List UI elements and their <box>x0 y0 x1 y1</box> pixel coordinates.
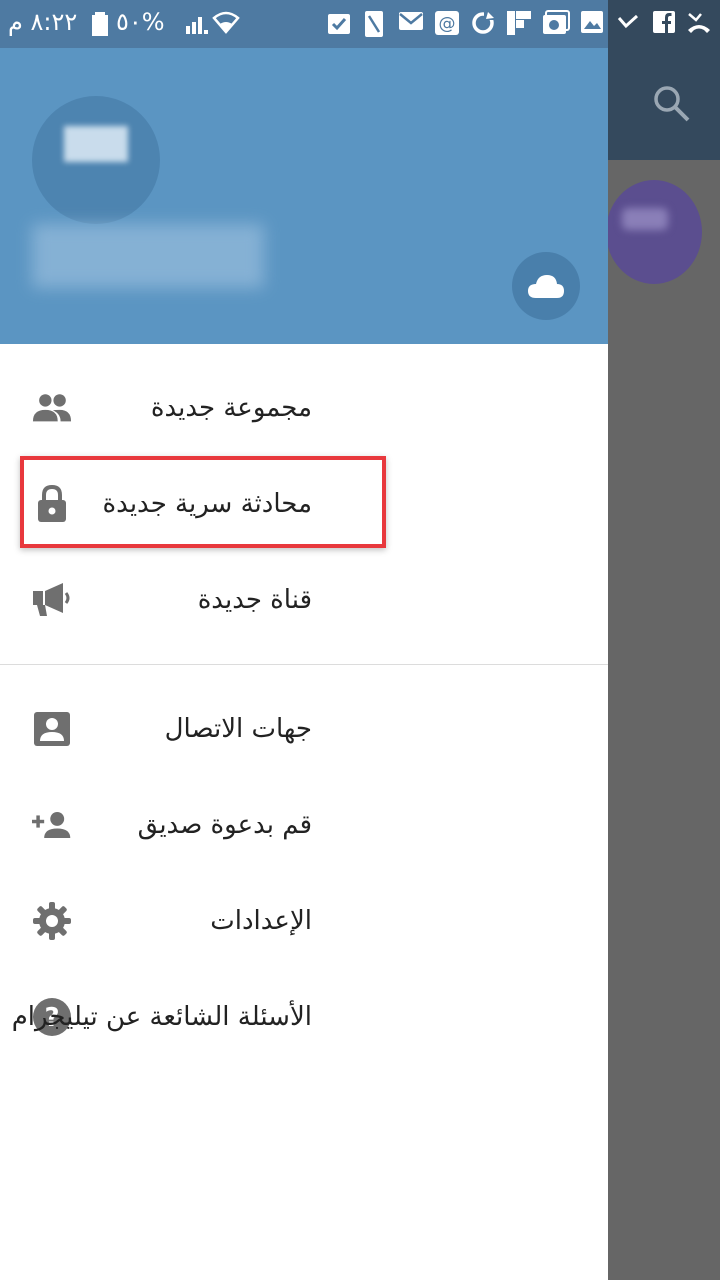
menu-item-settings[interactable]: الإعدادات <box>0 873 608 969</box>
at-sign-icon: @ <box>435 11 459 35</box>
signal-icon <box>186 17 208 34</box>
mail-icon <box>399 12 423 30</box>
saved-messages-button[interactable] <box>512 252 580 320</box>
menu-item-label: قم بدعوة صديق <box>137 810 312 840</box>
cloud-icon <box>528 275 564 298</box>
menu-item-label: جهات الاتصال <box>164 714 312 744</box>
group-icon <box>32 388 72 428</box>
drawer-menu: مجموعة جديدة محادثة سرية جديدة قناة جديد… <box>0 360 608 1065</box>
chat-avatar-content <box>622 208 668 230</box>
refresh-icon <box>472 12 494 34</box>
battery-icon <box>92 12 108 36</box>
clipboard-check-icon <box>328 14 350 34</box>
menu-item-new-channel[interactable]: قناة جديدة <box>0 552 608 648</box>
status-bar: ٨:٢٢ م %٥٠ @ <box>0 0 720 48</box>
search-icon[interactable] <box>652 84 692 124</box>
missed-call-icon <box>688 13 710 33</box>
menu-item-label: الإعدادات <box>210 906 312 936</box>
menu-item-new-secret-chat[interactable]: محادثة سرية جديدة <box>0 456 608 552</box>
status-time: ٨:٢٢ م <box>8 8 78 36</box>
navigation-drawer: مجموعة جديدة محادثة سرية جديدة قناة جديد… <box>0 48 608 1280</box>
facebook-icon <box>653 11 675 33</box>
menu-divider <box>0 664 608 665</box>
add-person-icon <box>32 805 72 845</box>
menu-item-contacts[interactable]: جهات الاتصال <box>0 681 608 777</box>
menu-item-telegram-faq[interactable]: ? الأسئلة الشائعة عن تيليجرام <box>0 969 608 1065</box>
svg-text:@: @ <box>439 14 456 34</box>
profile-name <box>32 224 264 288</box>
check-arrow-icon <box>617 14 639 29</box>
menu-item-label: الأسئلة الشائعة عن تيليجرام <box>11 1002 312 1032</box>
phone-doc-icon <box>365 11 383 37</box>
menu-item-label: قناة جديدة <box>197 585 312 615</box>
menu-item-invite-friends[interactable]: قم بدعوة صديق <box>0 777 608 873</box>
gallery-stack-icon <box>543 10 570 34</box>
profile-avatar-image <box>64 126 128 162</box>
wifi-icon <box>212 11 240 34</box>
menu-item-label: مجموعة جديدة <box>150 393 312 423</box>
lock-icon <box>32 484 72 524</box>
megaphone-icon <box>32 580 72 620</box>
gear-icon <box>32 901 72 941</box>
flipboard-icon <box>507 11 531 35</box>
chat-avatar[interactable] <box>606 180 702 284</box>
menu-item-label: محادثة سرية جديدة <box>102 489 312 519</box>
drawer-header <box>0 48 608 344</box>
menu-item-new-group[interactable]: مجموعة جديدة <box>0 360 608 456</box>
battery-percent: %٥٠ <box>116 8 165 36</box>
contact-card-icon <box>32 709 72 749</box>
image-icon <box>581 11 603 33</box>
